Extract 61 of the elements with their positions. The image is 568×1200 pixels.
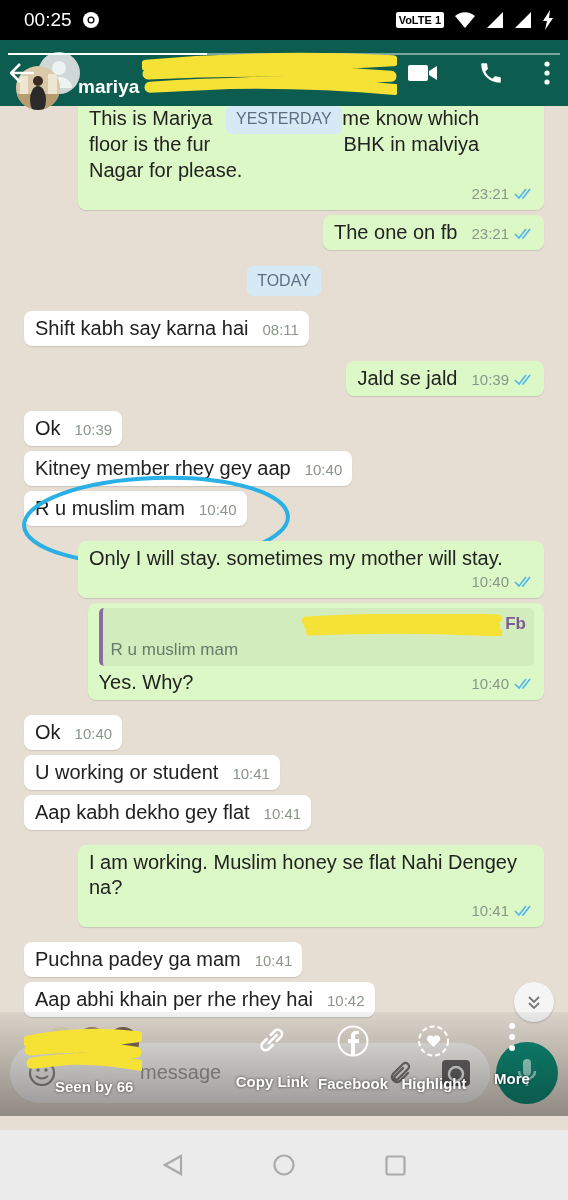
home-circle-icon (272, 1154, 295, 1176)
double-chevron-icon (526, 994, 542, 1010)
browser-icon (81, 11, 100, 29)
date-separator: YESTERDAY (226, 106, 342, 134)
message-time: 10:40 (74, 724, 113, 744)
message-text: U working or student (35, 760, 219, 785)
message-time: 10:40 (471, 674, 509, 694)
message-time: 10:39 (471, 370, 509, 390)
video-call-icon (408, 63, 438, 83)
wifi-icon (454, 11, 476, 29)
charging-icon (542, 10, 554, 30)
message-text: Aap kabh dekho gey flat (35, 800, 250, 825)
message-time: 10:41 (232, 764, 270, 784)
message-time: 10:40 (471, 572, 509, 592)
message-text: me know which (342, 106, 480, 131)
network-badge: VoLTE 1 (395, 12, 444, 28)
message-text: Only I will stay. sometimes my mother will stay. (89, 546, 503, 571)
message-text: Aap abhi khain per rhe rhey hai (35, 987, 313, 1012)
message-time: 10:41 (263, 804, 302, 824)
message-text: Yes. Why? (98, 670, 194, 695)
message-time: 10:42 (326, 991, 365, 1011)
seen-by-count: Seen by 66 (55, 1078, 134, 1095)
message-time: 10:41 (471, 901, 509, 921)
message-time: 10:40 (199, 500, 237, 520)
facebook-icon (337, 1025, 369, 1057)
more-icon (544, 61, 550, 85)
scroll-down-button[interactable] (514, 982, 554, 1022)
message-text: I am working. Muslim honey se flat Nahi Dengey na? (89, 850, 518, 900)
message-text: This is Mariya (89, 106, 213, 131)
message-text: BHK in malviya (343, 132, 480, 157)
square-icon (384, 1154, 406, 1176)
quote-text: R u muslim mam (110, 640, 240, 660)
message-time: 10:39 (74, 420, 113, 440)
message-text: Nagar for please. (89, 158, 243, 183)
clock-time: 00:25 (24, 9, 72, 31)
back-nav-button[interactable] (162, 1154, 183, 1176)
message-time: 23:21 (471, 184, 509, 204)
message-time: 08:11 (262, 320, 299, 340)
more-icon (508, 1022, 516, 1052)
back-triangle-icon (162, 1154, 183, 1176)
signal-icon (486, 11, 504, 29)
recents-nav-button[interactable] (384, 1154, 406, 1176)
story-username: mariya (78, 76, 140, 98)
message-text: Kitney member rhey gey aap (35, 456, 291, 481)
message-text: Ok (35, 416, 61, 441)
message-text: Jald se jald (357, 366, 458, 391)
quote-author: Fb (505, 614, 526, 635)
message-text: floor is the fur (89, 132, 211, 157)
phone-icon (478, 60, 504, 86)
back-arrow-icon (10, 63, 34, 83)
message-text: The one on fb (334, 220, 458, 245)
message-input[interactable]: message (140, 1061, 226, 1084)
message-time: 10:41 (254, 951, 293, 971)
home-nav-button[interactable] (272, 1154, 295, 1176)
message-text: Shift kabh say karna hai (35, 316, 249, 341)
message-text: Ok (35, 720, 61, 745)
message-time: 23:21 (471, 224, 509, 244)
message-text: Puchna padey ga mam (35, 947, 241, 972)
date-separator: TODAY (247, 266, 321, 296)
signal-icon (514, 11, 532, 29)
message-time: 10:40 (304, 460, 343, 480)
